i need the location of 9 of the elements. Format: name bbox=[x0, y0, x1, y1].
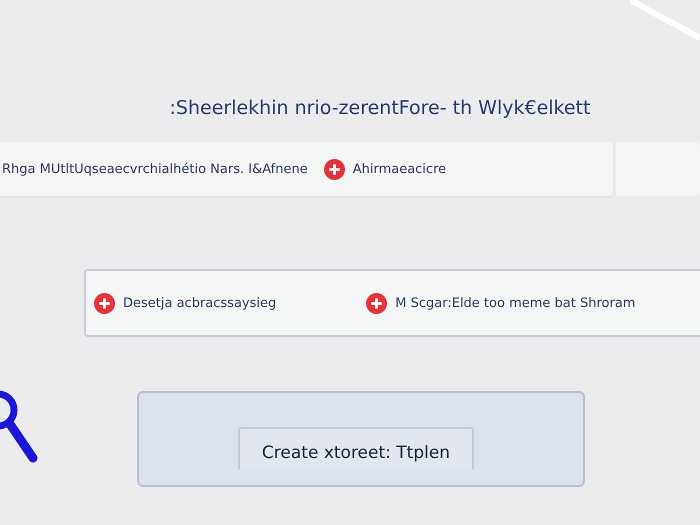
alert-text: Ahirmaeacicre bbox=[352, 162, 446, 176]
warning-text: Desetja acbracssaysieg bbox=[123, 296, 276, 310]
info-text: Rhga MUtltUqseaecvrchialhétio Nars. I&Afnene bbox=[2, 162, 308, 176]
create-button[interactable]: Create xtoreet: Ttplen bbox=[238, 427, 474, 469]
plus-icon bbox=[366, 292, 388, 314]
plus-icon bbox=[324, 158, 345, 180]
page-heading: :Sheerlekhin nrio-zerentFore- th Wlyk€elkett bbox=[170, 96, 590, 120]
plus-icon bbox=[94, 292, 115, 314]
warning-text: M Scgar:Elde too meme bat Shroram bbox=[395, 296, 636, 310]
